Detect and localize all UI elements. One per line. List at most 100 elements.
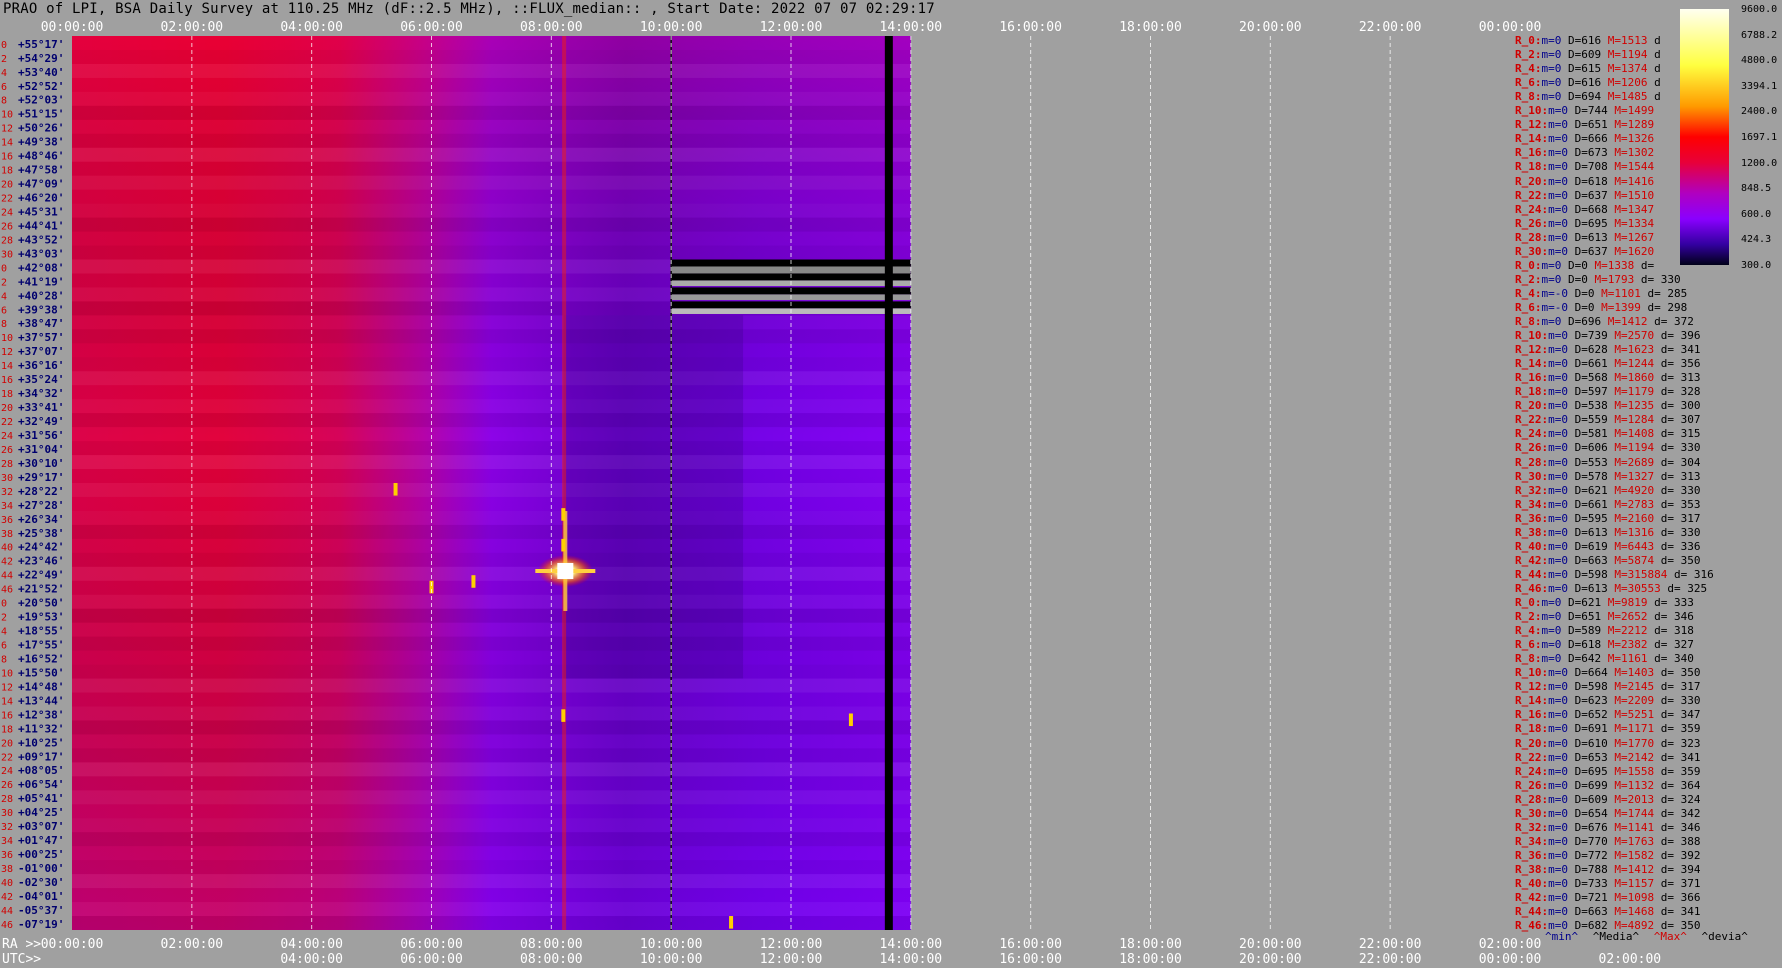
stats-m-value: M=1098 xyxy=(1614,891,1661,905)
stats-row: R_12:m=0 D=598 M=2145 d= 317 xyxy=(1515,680,1700,693)
stats-lbl-value: R_36: xyxy=(1515,511,1549,525)
stats-m-value: m=0 xyxy=(1541,272,1568,286)
row-number: 8 xyxy=(1,96,7,107)
row-number: 0 xyxy=(1,40,7,51)
declination-label: +21°52' xyxy=(18,583,64,596)
stats-lbl-value: R_28: xyxy=(1515,230,1549,244)
stats-d-value: d xyxy=(1654,76,1661,90)
row-number: 4 xyxy=(1,68,7,79)
stats-d-value: D=654 xyxy=(1574,806,1615,820)
declination-label: -07°19' xyxy=(18,918,64,931)
stats-row: R_20:m=0 D=618 M=1416 xyxy=(1515,175,1654,188)
stats-footer-media: ^Media^ xyxy=(1592,930,1640,943)
stats-lbl-value: R_16: xyxy=(1515,708,1549,722)
stats-m-value: M=2160 xyxy=(1614,511,1661,525)
heatmap-area xyxy=(72,36,911,930)
stats-lbl-value: R_16: xyxy=(1515,146,1549,160)
stats-d-value: D=559 xyxy=(1574,413,1615,427)
stats-row: R_0:m=0 D=0 M=1338 d= xyxy=(1515,259,1654,272)
stats-row: R_38:m=0 D=613 M=1316 d= 330 xyxy=(1515,526,1700,539)
stats-lbl-value: R_14: xyxy=(1515,132,1549,146)
stats-lbl-value: R_2: xyxy=(1515,610,1542,624)
heatmap-row xyxy=(72,566,911,581)
heatmap-row xyxy=(72,916,911,930)
stats-m-value: M=1623 xyxy=(1614,343,1661,357)
declination-label: +39°38' xyxy=(18,303,64,316)
heatmap-row xyxy=(72,636,911,651)
ra-tick-label: 02:00:00 xyxy=(161,937,224,952)
top-tick-label: 14:00:00 xyxy=(880,20,943,35)
stats-d-value: D=739 xyxy=(1574,329,1615,343)
hot-spot xyxy=(848,713,853,727)
stats-lbl-value: R_18: xyxy=(1515,722,1549,736)
source-core xyxy=(557,563,574,580)
source-vbar xyxy=(563,511,568,612)
stats-lbl-value: R_14: xyxy=(1515,357,1549,371)
row-number: 40 xyxy=(1,878,13,889)
stats-m-value: M=1326 xyxy=(1614,132,1655,146)
top-tick-label: 22:00:00 xyxy=(1359,20,1422,35)
stats-d-value: D=663 xyxy=(1574,553,1615,567)
stats-row: R_28:m=0 D=553 M=2689 d= 304 xyxy=(1515,456,1700,469)
row-number: 38 xyxy=(1,864,13,875)
stats-lbl-value: R_42: xyxy=(1515,553,1549,567)
heatmap-row xyxy=(72,860,911,874)
stats-d-value: D=581 xyxy=(1574,427,1615,441)
row-number: 22 xyxy=(1,417,13,428)
stats-row: R_8:m=0 D=696 M=1412 d= 372 xyxy=(1515,315,1694,328)
declination-label: +19°53' xyxy=(18,611,64,624)
declination-label: +49°38' xyxy=(18,136,64,149)
declination-label: +12°38' xyxy=(18,708,64,721)
stats-m-value: M=1194 xyxy=(1607,48,1655,62)
stats-row: R_6:m=-0 D=0 M=1399 d= 298 xyxy=(1515,301,1687,314)
heatmap-row xyxy=(72,120,911,134)
stats-m-value: m=0 xyxy=(1541,90,1568,104)
stats-m-value: m=0 xyxy=(1548,357,1575,371)
heatmap-row xyxy=(72,399,911,413)
stats-m-value: M=1558 xyxy=(1614,764,1661,778)
declination-label: +40°28' xyxy=(18,289,64,302)
stats-row: R_32:m=0 D=621 M=4920 d= 330 xyxy=(1515,484,1700,497)
stats-lbl-value: R_22: xyxy=(1515,413,1549,427)
stats-row: R_28:m=0 D=613 M=1267 xyxy=(1515,231,1654,244)
stats-lbl-value: R_12: xyxy=(1515,680,1549,694)
row-number: 4 xyxy=(1,627,7,638)
stats-m-value: M=1157 xyxy=(1614,877,1661,890)
stats-d-value: D=744 xyxy=(1574,104,1615,118)
row-number: 44 xyxy=(1,906,13,917)
stats-lbl-value: R_38: xyxy=(1515,862,1549,876)
stats-m-value: m=0 xyxy=(1548,202,1575,216)
row-number: 6 xyxy=(1,305,7,316)
declination-label: +10°25' xyxy=(18,736,64,749)
stats-d-value: d= 347 xyxy=(1660,708,1701,722)
stats-row: R_26:m=0 D=699 M=1132 d= 364 xyxy=(1515,779,1700,792)
declination-label: +26°34' xyxy=(18,513,64,526)
stats-lbl-value: R_24: xyxy=(1515,202,1549,216)
heatmap-row xyxy=(72,693,911,707)
heatmap-row xyxy=(72,246,911,260)
stats-d-value: d= 298 xyxy=(1647,300,1688,314)
stats-d-value: d= 371 xyxy=(1660,877,1701,890)
stats-row: R_18:m=0 D=691 M=1171 d= 359 xyxy=(1515,722,1700,735)
stats-m-value: m=0 xyxy=(1548,371,1575,385)
stats-row: R_4:m=0 D=589 M=2212 d= 318 xyxy=(1515,624,1694,637)
declination-label: +20°50' xyxy=(18,597,64,610)
stats-d-value: d xyxy=(1654,34,1661,47)
row-number: 18 xyxy=(1,724,13,735)
utc-tick-label: 02:00:00 xyxy=(1599,952,1662,967)
stats-row: R_44:m=0 D=598 M=315884 d= 316 xyxy=(1515,568,1714,581)
declination-label: +35°24' xyxy=(18,373,64,386)
heatmap-row xyxy=(72,63,911,78)
heatmap-row xyxy=(72,665,911,679)
ra-tick-label: 12:00:00 xyxy=(760,937,823,952)
stats-row: R_8:m=0 D=694 M=1485 d xyxy=(1515,90,1661,103)
declination-label: +29°17' xyxy=(18,471,64,484)
stats-lbl-value: R_26: xyxy=(1515,441,1549,455)
stats-m-value: M=1327 xyxy=(1614,469,1661,483)
stats-row: R_14:m=0 D=623 M=2209 d= 330 xyxy=(1515,694,1700,707)
row-number: 20 xyxy=(1,403,13,414)
row-number: 44 xyxy=(1,571,13,582)
heatmap-row xyxy=(72,804,911,818)
row-number: 6 xyxy=(1,82,7,93)
stats-lbl-value: R_44: xyxy=(1515,905,1549,919)
